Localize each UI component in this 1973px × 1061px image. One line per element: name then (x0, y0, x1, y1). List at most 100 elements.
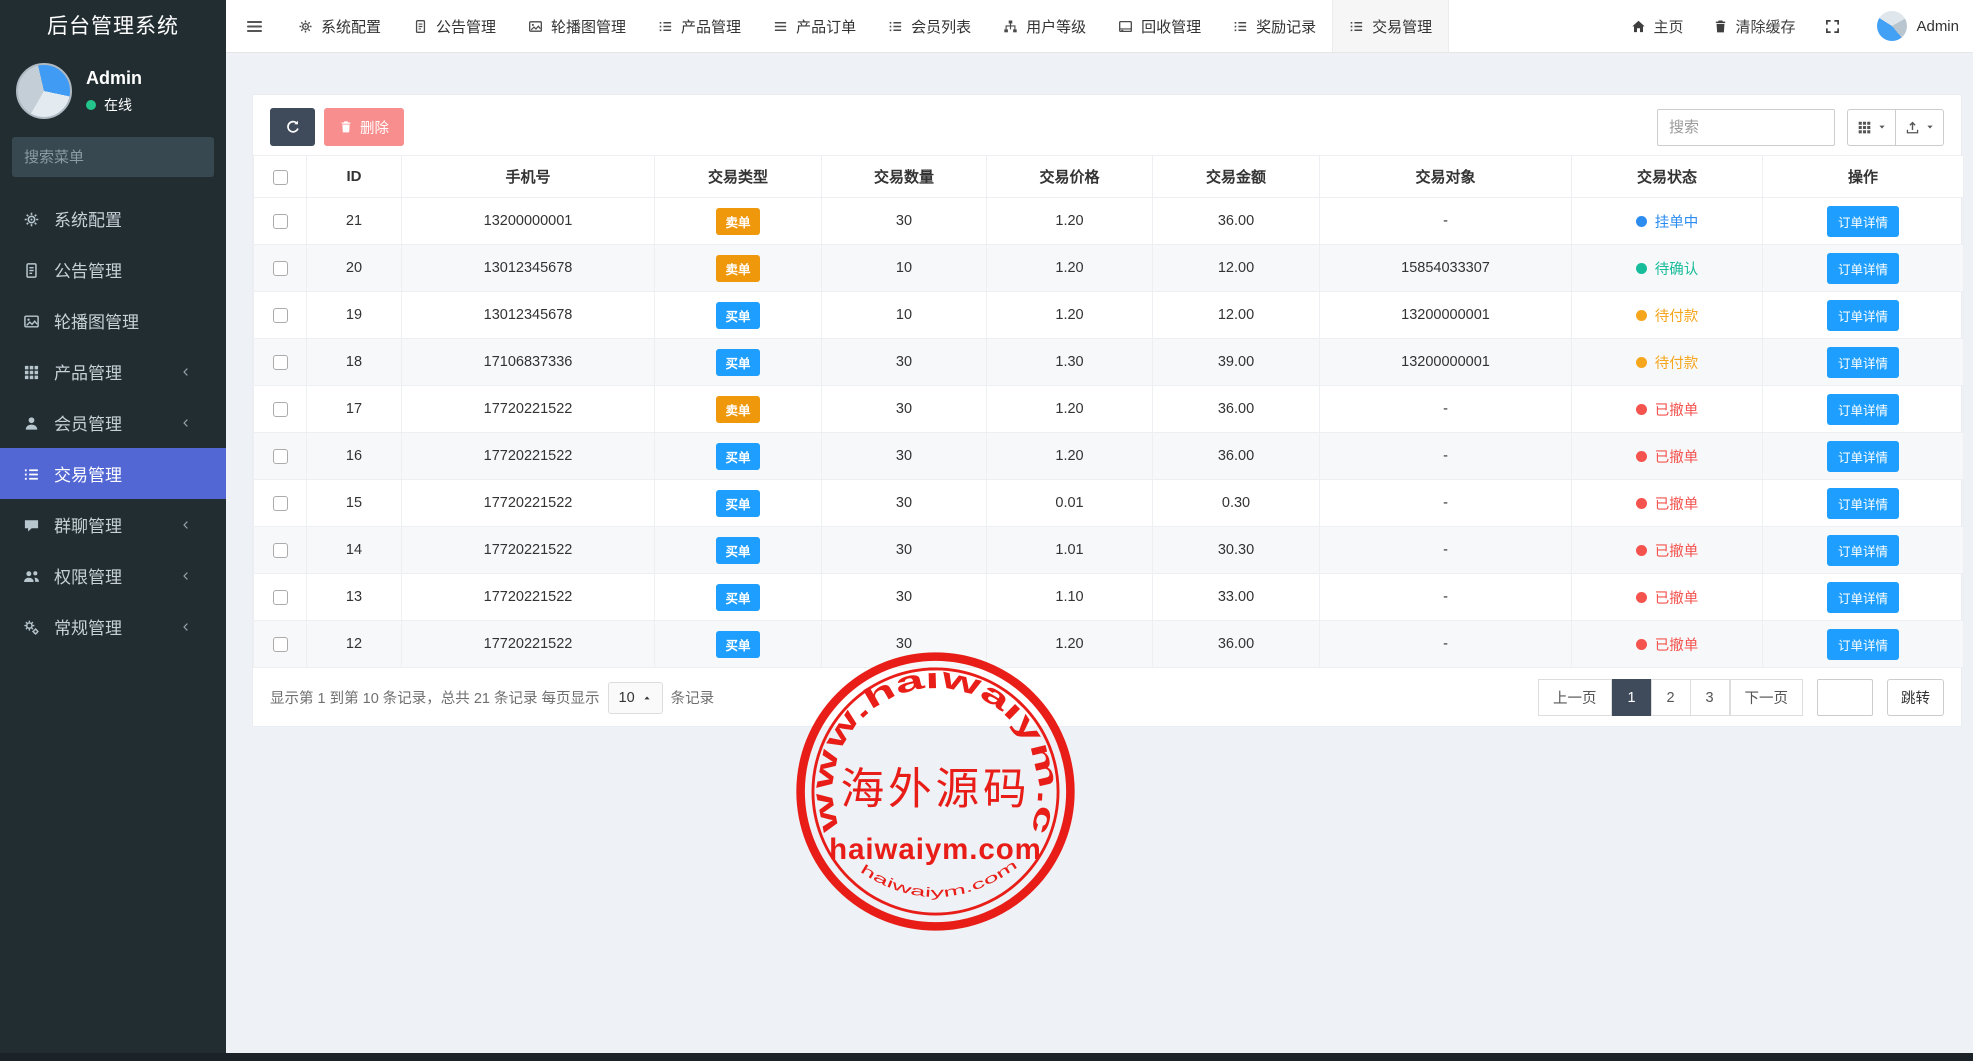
sidebar-item-label: 常规管理 (54, 614, 122, 639)
order-detail-button[interactable]: 订单详情 (1827, 488, 1899, 519)
row-checkbox[interactable] (273, 543, 288, 558)
navbar-username[interactable]: Admin (1916, 18, 1959, 35)
cell-id: 21 (307, 198, 402, 245)
row-checkbox[interactable] (273, 637, 288, 652)
cell-target: 15854033307 (1320, 245, 1572, 292)
page-button[interactable]: 1 (1612, 679, 1652, 716)
sidebar-item[interactable]: 群聊管理 (0, 499, 226, 550)
cell-price: 1.20 (987, 621, 1153, 668)
navbar-avatar[interactable] (1877, 11, 1907, 41)
gears-icon (23, 617, 54, 637)
order-detail-button[interactable]: 订单详情 (1827, 629, 1899, 660)
chevron-left-icon (180, 417, 192, 429)
jump-button[interactable]: 跳转 (1887, 679, 1944, 716)
row-checkbox[interactable] (273, 355, 288, 370)
image-icon (23, 311, 54, 331)
user-name: Admin (86, 68, 142, 89)
order-detail-button[interactable]: 订单详情 (1827, 582, 1899, 613)
sidebar-item[interactable]: 公告管理 (0, 244, 226, 295)
sidebar-search-input[interactable] (24, 149, 223, 166)
row-checkbox[interactable] (273, 214, 288, 229)
sidebar-item[interactable]: 会员管理 (0, 397, 226, 448)
export-icon (1905, 120, 1920, 135)
sidebar-item[interactable]: 常规管理 (0, 601, 226, 652)
cell-quantity: 30 (822, 386, 987, 433)
sidebar-item[interactable]: 产品管理 (0, 346, 226, 397)
topnav-tab[interactable]: 产品订单 (757, 0, 872, 52)
sidebar-item-label: 交易管理 (54, 461, 122, 486)
table-search-input[interactable] (1657, 109, 1835, 146)
columns-toggle-button[interactable] (1847, 109, 1896, 146)
cell-target: - (1320, 198, 1572, 245)
topnav-tab[interactable]: 系统配置 (282, 0, 397, 52)
bars-icon (773, 18, 796, 35)
topnav-tab[interactable]: 公告管理 (397, 0, 512, 52)
row-checkbox[interactable] (273, 261, 288, 276)
cell-quantity: 30 (822, 527, 987, 574)
refresh-button[interactable] (270, 108, 315, 146)
order-detail-button[interactable]: 订单详情 (1827, 206, 1899, 237)
status-badge: 待付款 (1636, 352, 1699, 373)
cell-amount: 36.00 (1153, 386, 1320, 433)
sidebar-item-label: 会员管理 (54, 410, 122, 435)
sidebar-search (12, 137, 214, 177)
page-size-dropdown[interactable]: 10 (608, 682, 663, 714)
order-detail-button[interactable]: 订单详情 (1827, 253, 1899, 284)
trade-type-badge: 买单 (716, 584, 759, 611)
gear-icon (298, 18, 321, 35)
topnav-tab[interactable]: 轮播图管理 (512, 0, 642, 52)
user-status: 在线 (86, 95, 142, 115)
next-page-button[interactable]: 下一页 (1730, 679, 1804, 716)
page-button[interactable]: 3 (1690, 679, 1730, 716)
topnav-tab[interactable]: 交易管理 (1332, 0, 1449, 52)
status-dot-icon (1636, 545, 1647, 556)
row-checkbox[interactable] (273, 449, 288, 464)
page-button[interactable]: 2 (1651, 679, 1691, 716)
order-detail-button[interactable]: 订单详情 (1827, 300, 1899, 331)
sidebar-item[interactable]: 交易管理 (0, 448, 226, 499)
status-badge: 已撤单 (1636, 493, 1699, 514)
home-link[interactable]: 主页 (1631, 16, 1683, 37)
cell-id: 18 (307, 339, 402, 386)
jump-page-input[interactable] (1817, 679, 1873, 716)
pagination-controls: 上一页 123 下一页 跳转 (1538, 679, 1944, 716)
select-all-header (254, 156, 307, 198)
cell-amount: 36.00 (1153, 621, 1320, 668)
cell-quantity: 30 (822, 339, 987, 386)
grid9-icon (23, 362, 54, 382)
status-label: 已撤单 (1655, 399, 1699, 420)
row-checkbox[interactable] (273, 590, 288, 605)
top-navbar: 系统配置 公告管理 轮播图管理 产品管理 产品订单 (226, 0, 1973, 53)
cell-id: 12 (307, 621, 402, 668)
caret-up-icon (642, 693, 652, 703)
sidebar-menu: 系统配置 公告管理 轮播图管理 产品管理 (0, 193, 226, 652)
order-detail-button[interactable]: 订单详情 (1827, 535, 1899, 566)
row-checkbox[interactable] (273, 402, 288, 417)
sidebar-item[interactable]: 轮播图管理 (0, 295, 226, 346)
sidebar-item[interactable]: 系统配置 (0, 193, 226, 244)
topnav-tab[interactable]: 产品管理 (642, 0, 757, 52)
sidebar-item[interactable]: 权限管理 (0, 550, 226, 601)
order-detail-button[interactable]: 订单详情 (1827, 394, 1899, 425)
delete-button[interactable]: 删除 (324, 108, 404, 146)
topnav-tab[interactable]: 奖励记录 (1217, 0, 1332, 52)
clear-cache-link[interactable]: 清除缓存 (1713, 16, 1795, 37)
row-checkbox[interactable] (273, 496, 288, 511)
sidebar: 后台管理系统 Admin 在线 系统配置 公告管理 (0, 0, 226, 1061)
topnav-tab[interactable]: 会员列表 (872, 0, 987, 52)
order-detail-button[interactable]: 订单详情 (1827, 441, 1899, 472)
topnav-tab[interactable]: 回收管理 (1102, 0, 1217, 52)
order-detail-button[interactable]: 订单详情 (1827, 347, 1899, 378)
topnav-tab[interactable]: 用户等级 (987, 0, 1102, 52)
row-checkbox[interactable] (273, 308, 288, 323)
cell-amount: 36.00 (1153, 198, 1320, 245)
export-button[interactable] (1895, 109, 1944, 146)
fullscreen-button[interactable] (1825, 19, 1847, 34)
cell-id: 16 (307, 433, 402, 480)
cell-price: 1.20 (987, 292, 1153, 339)
prev-page-button[interactable]: 上一页 (1538, 679, 1612, 716)
cell-quantity: 30 (822, 574, 987, 621)
cell-target: - (1320, 574, 1572, 621)
select-all-checkbox[interactable] (273, 170, 288, 185)
menu-toggle-button[interactable] (226, 0, 282, 52)
